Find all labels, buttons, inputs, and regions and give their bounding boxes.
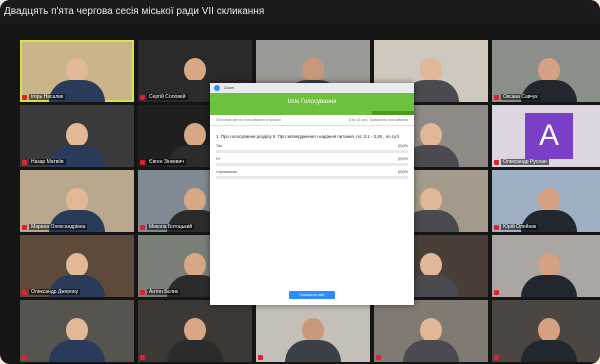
poll-window-title: Zoom bbox=[224, 85, 235, 90]
participant-name: Юрій Олейник bbox=[501, 224, 539, 230]
muted-mic-icon bbox=[494, 225, 499, 230]
participant-tile[interactable] bbox=[492, 235, 600, 297]
zoom-icon bbox=[214, 85, 220, 91]
meeting-title: Двадцять п'ята чергова сесія міської рад… bbox=[0, 0, 600, 24]
participant-tile[interactable] bbox=[256, 300, 370, 362]
muted-mic-icon bbox=[494, 355, 499, 360]
muted-mic-icon bbox=[258, 355, 263, 360]
poll-option-label: Так bbox=[216, 144, 222, 148]
muted-mic-icon bbox=[22, 355, 27, 360]
poll-option-bar bbox=[216, 176, 408, 179]
participant-tile[interactable]: Назар Матвіїв bbox=[20, 105, 134, 167]
participant-tile[interactable] bbox=[138, 300, 252, 362]
muted-mic-icon bbox=[140, 225, 145, 230]
muted-mic-icon bbox=[22, 290, 27, 295]
participant-name: Олександр Джеряну bbox=[29, 289, 81, 295]
muted-mic-icon bbox=[140, 290, 145, 295]
poll-option-yes: Так (0)0% bbox=[216, 144, 408, 157]
participant-video bbox=[403, 318, 459, 362]
poll-option-percent: (0)0% bbox=[397, 170, 408, 174]
participant-video bbox=[521, 253, 577, 297]
muted-mic-icon bbox=[140, 95, 145, 100]
participant-tile[interactable] bbox=[492, 300, 600, 362]
avatar: A bbox=[525, 113, 573, 159]
muted-mic-icon bbox=[494, 160, 499, 165]
muted-mic-icon bbox=[22, 225, 27, 230]
muted-mic-icon bbox=[494, 290, 499, 295]
muted-mic-icon bbox=[140, 355, 145, 360]
participant-tile[interactable] bbox=[374, 300, 488, 362]
participant-tile[interactable]: Марина Олександрівна bbox=[20, 170, 134, 232]
poll-option-percent: (0)0% bbox=[397, 144, 408, 148]
participant-name: Микола Ботоцький bbox=[147, 224, 195, 230]
muted-mic-icon bbox=[140, 160, 145, 165]
participant-video bbox=[49, 318, 105, 362]
poll-option-label: Ні bbox=[216, 157, 220, 161]
participant-video bbox=[285, 318, 341, 362]
poll-question: 1. Про голосування розділу 5. Про затвер… bbox=[216, 134, 400, 139]
participant-name: Сергій Соловей bbox=[147, 94, 188, 100]
participant-tile[interactable]: Оксана Савчук bbox=[492, 40, 600, 102]
participant-video bbox=[521, 318, 577, 362]
participant-name: Марина Олександрівна bbox=[29, 224, 88, 230]
zoom-window: Двадцять п'ята чергова сесія міської рад… bbox=[0, 0, 600, 364]
participant-name: Антон Бєлих bbox=[147, 289, 181, 295]
muted-mic-icon bbox=[494, 95, 499, 100]
poll-header-title: Іллє Голосування bbox=[287, 99, 337, 105]
participant-tile[interactable]: Ігорь Насалик bbox=[20, 40, 134, 102]
participant-video bbox=[167, 318, 223, 362]
muted-mic-icon bbox=[376, 355, 381, 360]
share-results-button[interactable]: Поширити звіт bbox=[289, 291, 335, 299]
poll-status-bar: Поточний звіт по голосуванню в процесі 8… bbox=[210, 115, 414, 126]
participant-tile[interactable]: A Олександр Руслан bbox=[492, 105, 600, 167]
poll-duration-text: 8 хв 12 сек | Тривалість голосування bbox=[348, 118, 408, 122]
poll-results-dialog[interactable]: Zoom Іллє Голосування Поточний звіт по г… bbox=[210, 83, 414, 305]
poll-option-bar bbox=[216, 163, 408, 166]
poll-option-no: Ні (0)0% bbox=[216, 157, 408, 170]
poll-option-bar bbox=[216, 150, 408, 153]
participant-name: Оксана Савчук bbox=[501, 94, 540, 100]
poll-option-percent: (0)0% bbox=[397, 157, 408, 161]
poll-option-abstain: Утримались (0)0% bbox=[216, 170, 408, 183]
poll-option-label: Утримались bbox=[216, 170, 238, 174]
participant-tile[interactable]: Юрій Олейник bbox=[492, 170, 600, 232]
participant-tile[interactable]: Олександр Джеряну bbox=[20, 235, 134, 297]
participant-tile[interactable] bbox=[20, 300, 134, 362]
poll-header: Іллє Голосування bbox=[210, 93, 414, 115]
poll-status-text: Поточний звіт по голосуванню в процесі bbox=[216, 118, 281, 122]
participant-name: Ігорь Насалик bbox=[29, 94, 66, 100]
muted-mic-icon bbox=[22, 95, 27, 100]
participant-name: Назар Матвіїв bbox=[29, 159, 66, 165]
participant-name: Олександр Руслан bbox=[501, 159, 549, 165]
muted-mic-icon bbox=[22, 160, 27, 165]
participant-name: Євген Зінкевич bbox=[147, 159, 186, 165]
poll-titlebar[interactable]: Zoom bbox=[210, 83, 414, 93]
